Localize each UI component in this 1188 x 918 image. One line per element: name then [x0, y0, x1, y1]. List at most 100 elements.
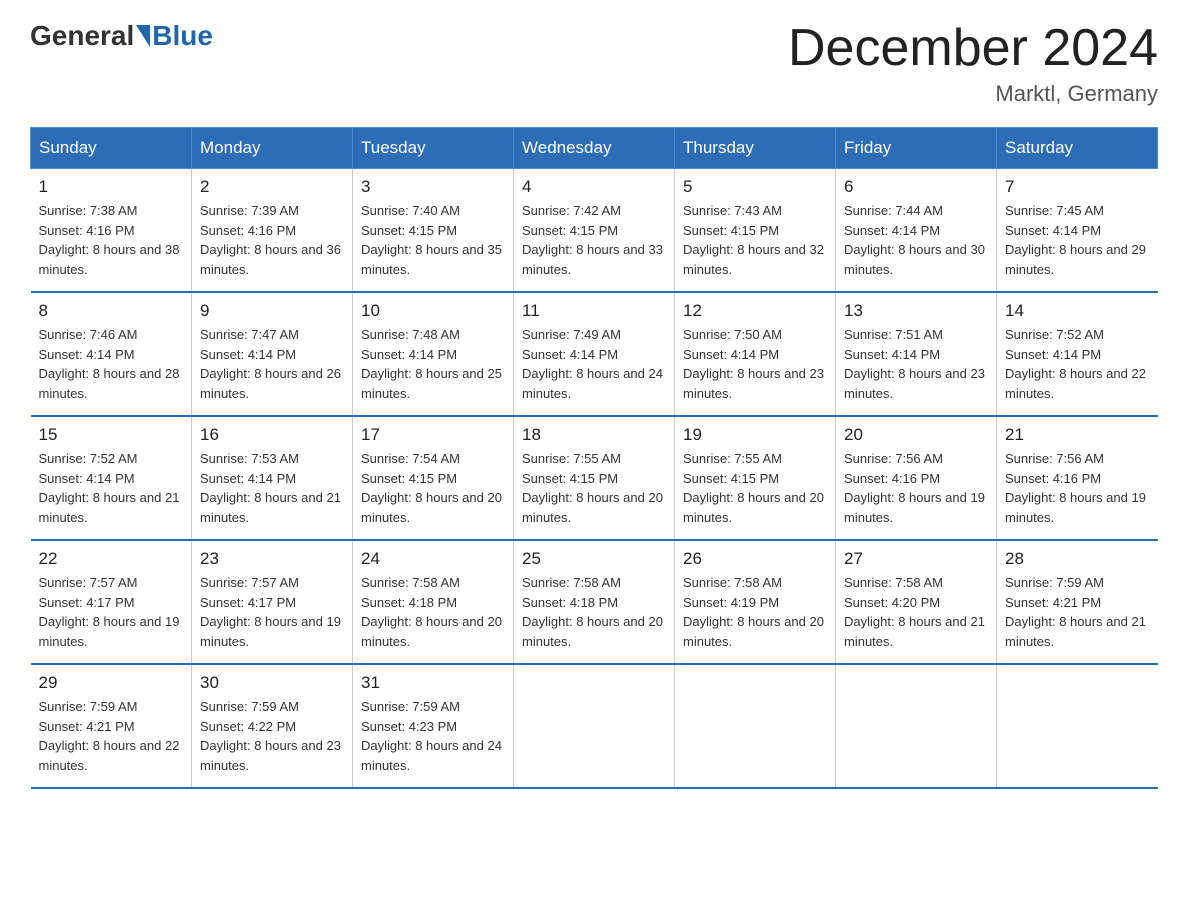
page-header: General Blue December 2024 Marktl, Germa…: [30, 20, 1158, 107]
day-number: 23: [200, 549, 344, 569]
calendar-day-cell: 28 Sunrise: 7:59 AM Sunset: 4:21 PM Dayl…: [997, 540, 1158, 664]
day-info: Sunrise: 7:55 AM Sunset: 4:15 PM Dayligh…: [522, 449, 666, 527]
day-number: 19: [683, 425, 827, 445]
day-number: 28: [1005, 549, 1150, 569]
day-number: 13: [844, 301, 988, 321]
day-number: 10: [361, 301, 505, 321]
calendar-day-cell: 16 Sunrise: 7:53 AM Sunset: 4:14 PM Dayl…: [192, 416, 353, 540]
day-info: Sunrise: 7:52 AM Sunset: 4:14 PM Dayligh…: [1005, 325, 1150, 403]
day-info: Sunrise: 7:56 AM Sunset: 4:16 PM Dayligh…: [844, 449, 988, 527]
calendar-week-row: 29 Sunrise: 7:59 AM Sunset: 4:21 PM Dayl…: [31, 664, 1158, 788]
calendar-day-cell: 1 Sunrise: 7:38 AM Sunset: 4:16 PM Dayli…: [31, 169, 192, 293]
month-title: December 2024: [788, 20, 1158, 77]
calendar-day-cell: 31 Sunrise: 7:59 AM Sunset: 4:23 PM Dayl…: [353, 664, 514, 788]
calendar-week-row: 22 Sunrise: 7:57 AM Sunset: 4:17 PM Dayl…: [31, 540, 1158, 664]
day-number: 3: [361, 177, 505, 197]
calendar-day-cell: 24 Sunrise: 7:58 AM Sunset: 4:18 PM Dayl…: [353, 540, 514, 664]
day-info: Sunrise: 7:44 AM Sunset: 4:14 PM Dayligh…: [844, 201, 988, 279]
calendar-day-cell: 9 Sunrise: 7:47 AM Sunset: 4:14 PM Dayli…: [192, 292, 353, 416]
calendar-day-cell: 10 Sunrise: 7:48 AM Sunset: 4:14 PM Dayl…: [353, 292, 514, 416]
day-info: Sunrise: 7:46 AM Sunset: 4:14 PM Dayligh…: [39, 325, 184, 403]
logo-general-text: General: [30, 20, 134, 52]
calendar-day-cell: 17 Sunrise: 7:54 AM Sunset: 4:15 PM Dayl…: [353, 416, 514, 540]
calendar-week-row: 15 Sunrise: 7:52 AM Sunset: 4:14 PM Dayl…: [31, 416, 1158, 540]
day-number: 16: [200, 425, 344, 445]
day-info: Sunrise: 7:57 AM Sunset: 4:17 PM Dayligh…: [39, 573, 184, 651]
calendar-day-cell: 4 Sunrise: 7:42 AM Sunset: 4:15 PM Dayli…: [514, 169, 675, 293]
calendar-day-cell: 7 Sunrise: 7:45 AM Sunset: 4:14 PM Dayli…: [997, 169, 1158, 293]
day-info: Sunrise: 7:47 AM Sunset: 4:14 PM Dayligh…: [200, 325, 344, 403]
day-info: Sunrise: 7:43 AM Sunset: 4:15 PM Dayligh…: [683, 201, 827, 279]
calendar-day-cell: 12 Sunrise: 7:50 AM Sunset: 4:14 PM Dayl…: [675, 292, 836, 416]
calendar-day-cell: 6 Sunrise: 7:44 AM Sunset: 4:14 PM Dayli…: [836, 169, 997, 293]
calendar-day-cell: [836, 664, 997, 788]
day-info: Sunrise: 7:48 AM Sunset: 4:14 PM Dayligh…: [361, 325, 505, 403]
day-number: 20: [844, 425, 988, 445]
day-of-week-header: Monday: [192, 128, 353, 169]
day-number: 5: [683, 177, 827, 197]
logo-arrow-icon: [136, 25, 150, 47]
day-number: 24: [361, 549, 505, 569]
day-number: 18: [522, 425, 666, 445]
day-of-week-header: Tuesday: [353, 128, 514, 169]
day-number: 2: [200, 177, 344, 197]
calendar-day-cell: [675, 664, 836, 788]
calendar-week-row: 1 Sunrise: 7:38 AM Sunset: 4:16 PM Dayli…: [31, 169, 1158, 293]
calendar-day-cell: 25 Sunrise: 7:58 AM Sunset: 4:18 PM Dayl…: [514, 540, 675, 664]
day-of-week-header: Thursday: [675, 128, 836, 169]
day-info: Sunrise: 7:58 AM Sunset: 4:18 PM Dayligh…: [361, 573, 505, 651]
calendar-day-cell: 18 Sunrise: 7:55 AM Sunset: 4:15 PM Dayl…: [514, 416, 675, 540]
calendar-day-cell: 27 Sunrise: 7:58 AM Sunset: 4:20 PM Dayl…: [836, 540, 997, 664]
calendar-day-cell: 29 Sunrise: 7:59 AM Sunset: 4:21 PM Dayl…: [31, 664, 192, 788]
calendar-day-cell: 8 Sunrise: 7:46 AM Sunset: 4:14 PM Dayli…: [31, 292, 192, 416]
day-of-week-header: Sunday: [31, 128, 192, 169]
day-info: Sunrise: 7:45 AM Sunset: 4:14 PM Dayligh…: [1005, 201, 1150, 279]
day-of-week-header: Saturday: [997, 128, 1158, 169]
day-info: Sunrise: 7:52 AM Sunset: 4:14 PM Dayligh…: [39, 449, 184, 527]
day-number: 25: [522, 549, 666, 569]
calendar-day-cell: 26 Sunrise: 7:58 AM Sunset: 4:19 PM Dayl…: [675, 540, 836, 664]
day-info: Sunrise: 7:51 AM Sunset: 4:14 PM Dayligh…: [844, 325, 988, 403]
day-number: 7: [1005, 177, 1150, 197]
logo: General Blue: [30, 20, 213, 52]
day-info: Sunrise: 7:57 AM Sunset: 4:17 PM Dayligh…: [200, 573, 344, 651]
title-block: December 2024 Marktl, Germany: [788, 20, 1158, 107]
day-number: 8: [39, 301, 184, 321]
calendar-day-cell: 11 Sunrise: 7:49 AM Sunset: 4:14 PM Dayl…: [514, 292, 675, 416]
day-info: Sunrise: 7:58 AM Sunset: 4:18 PM Dayligh…: [522, 573, 666, 651]
day-number: 30: [200, 673, 344, 693]
calendar-day-cell: 14 Sunrise: 7:52 AM Sunset: 4:14 PM Dayl…: [997, 292, 1158, 416]
calendar-day-cell: 23 Sunrise: 7:57 AM Sunset: 4:17 PM Dayl…: [192, 540, 353, 664]
location-subtitle: Marktl, Germany: [788, 81, 1158, 107]
day-info: Sunrise: 7:59 AM Sunset: 4:22 PM Dayligh…: [200, 697, 344, 775]
calendar-day-cell: [514, 664, 675, 788]
calendar-day-cell: 30 Sunrise: 7:59 AM Sunset: 4:22 PM Dayl…: [192, 664, 353, 788]
day-info: Sunrise: 7:50 AM Sunset: 4:14 PM Dayligh…: [683, 325, 827, 403]
calendar-day-cell: 3 Sunrise: 7:40 AM Sunset: 4:15 PM Dayli…: [353, 169, 514, 293]
day-number: 22: [39, 549, 184, 569]
day-number: 12: [683, 301, 827, 321]
day-info: Sunrise: 7:39 AM Sunset: 4:16 PM Dayligh…: [200, 201, 344, 279]
day-info: Sunrise: 7:53 AM Sunset: 4:14 PM Dayligh…: [200, 449, 344, 527]
calendar-day-cell: [997, 664, 1158, 788]
day-info: Sunrise: 7:58 AM Sunset: 4:19 PM Dayligh…: [683, 573, 827, 651]
day-number: 14: [1005, 301, 1150, 321]
day-number: 9: [200, 301, 344, 321]
calendar-header-row: SundayMondayTuesdayWednesdayThursdayFrid…: [31, 128, 1158, 169]
day-info: Sunrise: 7:54 AM Sunset: 4:15 PM Dayligh…: [361, 449, 505, 527]
calendar-week-row: 8 Sunrise: 7:46 AM Sunset: 4:14 PM Dayli…: [31, 292, 1158, 416]
calendar-day-cell: 2 Sunrise: 7:39 AM Sunset: 4:16 PM Dayli…: [192, 169, 353, 293]
day-number: 1: [39, 177, 184, 197]
day-number: 15: [39, 425, 184, 445]
day-info: Sunrise: 7:59 AM Sunset: 4:23 PM Dayligh…: [361, 697, 505, 775]
calendar-day-cell: 19 Sunrise: 7:55 AM Sunset: 4:15 PM Dayl…: [675, 416, 836, 540]
calendar-day-cell: 20 Sunrise: 7:56 AM Sunset: 4:16 PM Dayl…: [836, 416, 997, 540]
calendar-day-cell: 13 Sunrise: 7:51 AM Sunset: 4:14 PM Dayl…: [836, 292, 997, 416]
calendar-day-cell: 21 Sunrise: 7:56 AM Sunset: 4:16 PM Dayl…: [997, 416, 1158, 540]
day-info: Sunrise: 7:49 AM Sunset: 4:14 PM Dayligh…: [522, 325, 666, 403]
day-number: 17: [361, 425, 505, 445]
day-info: Sunrise: 7:55 AM Sunset: 4:15 PM Dayligh…: [683, 449, 827, 527]
calendar-day-cell: 15 Sunrise: 7:52 AM Sunset: 4:14 PM Dayl…: [31, 416, 192, 540]
day-info: Sunrise: 7:58 AM Sunset: 4:20 PM Dayligh…: [844, 573, 988, 651]
day-number: 29: [39, 673, 184, 693]
